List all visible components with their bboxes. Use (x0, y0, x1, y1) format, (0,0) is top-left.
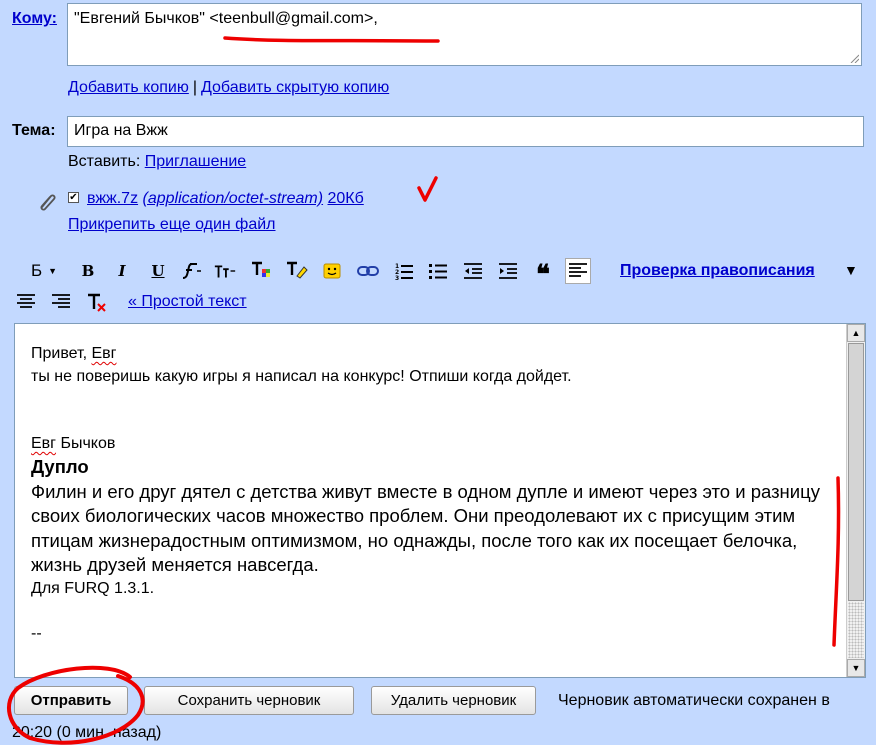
game-title: Дупло (31, 455, 89, 477)
bold-button[interactable]: B (76, 259, 100, 283)
outdent-button[interactable] (461, 259, 485, 283)
highlight-color-button[interactable] (285, 259, 309, 283)
draft-status: Черновик автоматически сохранен в (558, 692, 830, 709)
align-right-icon (52, 294, 70, 308)
bulleted-list-button[interactable] (426, 259, 450, 283)
scroll-down-icon[interactable]: ▼ (847, 659, 865, 677)
bulleted-list-icon (429, 264, 447, 279)
insert-label: Вставить: (68, 153, 141, 170)
signature-last: Бычков (56, 435, 116, 452)
insert-link-button[interactable] (356, 259, 380, 283)
spellcheck-dropdown-icon[interactable]: ▼ (844, 262, 858, 278)
font-family-button[interactable] (179, 259, 203, 283)
smiley-icon (323, 263, 341, 279)
cc-links: Добавить копию | Добавить скрытую копию (68, 79, 389, 97)
body-line-2: ты не поверишь какую игры я написал на к… (31, 367, 572, 385)
font-label: Б (30, 261, 43, 280)
outdent-icon (464, 263, 482, 279)
numbered-list-icon: 123 (395, 263, 413, 281)
underline-button[interactable]: U (146, 259, 170, 283)
subject-input[interactable]: Игра на Вжж (67, 116, 864, 147)
delete-draft-button[interactable]: Удалить черновик (371, 686, 536, 715)
attachment-filename[interactable]: вжж.7z (87, 190, 138, 207)
quote-button[interactable]: ❝ (531, 259, 555, 290)
numbered-list-button[interactable]: 123 (392, 259, 416, 283)
attachment-size[interactable]: 20Кб (328, 190, 364, 207)
align-left-button[interactable] (565, 258, 591, 284)
add-bcc-link[interactable]: Добавить скрытую копию (201, 79, 389, 96)
signature-name: Евг Бычков (31, 433, 831, 456)
to-field[interactable]: "Евгений Бычков" <teenbull@gmail.com>, (67, 3, 862, 66)
insert-emoticon-button[interactable] (320, 259, 344, 283)
align-left-icon (569, 263, 587, 277)
quote-icon: ❝ (536, 260, 550, 290)
font-size-button[interactable] (213, 259, 237, 283)
font-family-icon (182, 263, 201, 279)
subject-label: Тема: (12, 122, 56, 139)
save-draft-button[interactable]: Сохранить черновик (144, 686, 354, 715)
paperclip-icon (40, 194, 56, 211)
align-center-icon (17, 294, 35, 308)
delete-draft-label: Удалить черновик (390, 692, 517, 709)
insert-row: Вставить: Приглашение (68, 153, 246, 171)
bold-icon: B (81, 262, 95, 280)
to-value: "Евгений Бычков" <teenbull@gmail.com>, (74, 10, 378, 27)
message-body-editor[interactable]: Привет, Евг ты не поверишь какую игры я … (14, 323, 866, 678)
scroll-track[interactable] (848, 602, 864, 658)
engine-line: Для FURQ 1.3.1. (31, 579, 155, 597)
spellcheck-link[interactable]: Проверка правописания (620, 262, 815, 280)
remove-formatting-icon (88, 293, 106, 312)
draft-status-time: 20:20 (0 мин. назад) (12, 724, 162, 741)
cc-separator: | (192, 79, 197, 96)
send-button[interactable]: Отправить (14, 686, 128, 715)
message-body-text: Привет, Евг ты не поверишь какую игры я … (31, 343, 831, 645)
attachment-link[interactable]: вжж.7z (application/octet-stream) 20Кб (87, 190, 364, 208)
insert-invitation-link[interactable]: Приглашение (145, 153, 246, 170)
attach-another-file-link[interactable]: Прикрепить еще один файл (68, 216, 276, 234)
attachment-mime[interactable]: (application/octet-stream) (143, 190, 324, 207)
remove-formatting-button[interactable] (84, 290, 108, 314)
indent-icon (499, 263, 517, 279)
plain-text-link[interactable]: « Простой текст (128, 293, 247, 311)
underline-icon: U (151, 262, 165, 280)
add-cc-link[interactable]: Добавить копию (68, 79, 189, 96)
send-label: Отправить (30, 692, 112, 709)
scroll-up-icon[interactable]: ▲ (847, 324, 865, 342)
attachment-checkbox[interactable]: ✔ (68, 192, 79, 203)
link-icon (357, 266, 379, 276)
chevron-down-icon: ▼ (48, 266, 58, 276)
editor-scrollbar[interactable]: ▲ ▼ (846, 324, 865, 677)
font-size-icon (214, 265, 236, 278)
to-label[interactable]: Кому: (12, 10, 57, 28)
subject-value: Игра на Вжж (74, 122, 168, 139)
highlight-icon (287, 261, 308, 279)
align-right-button[interactable] (49, 290, 73, 314)
greeting-prefix: Привет, (31, 345, 92, 362)
font-select-button[interactable]: Б ▼ (24, 259, 64, 283)
signature-separator: -- (31, 624, 42, 642)
greeting-line: Привет, Евг (31, 343, 831, 366)
game-description: Филин и его друг дятел с детства живут в… (31, 480, 820, 576)
resize-grip-icon[interactable] (849, 53, 859, 63)
save-draft-label: Сохранить черновик (177, 692, 321, 709)
text-color-icon (252, 261, 270, 277)
italic-icon: I (118, 262, 126, 280)
greeting-name: Евг (91, 345, 117, 362)
italic-button[interactable]: I (110, 259, 134, 283)
scroll-thumb[interactable] (848, 343, 864, 601)
align-center-button[interactable] (14, 290, 38, 314)
svg-text:3: 3 (395, 275, 399, 281)
checkmark-annotation (417, 176, 438, 202)
indent-button[interactable] (496, 259, 520, 283)
signature-first: Евг (31, 435, 57, 452)
text-color-button[interactable] (250, 259, 274, 283)
